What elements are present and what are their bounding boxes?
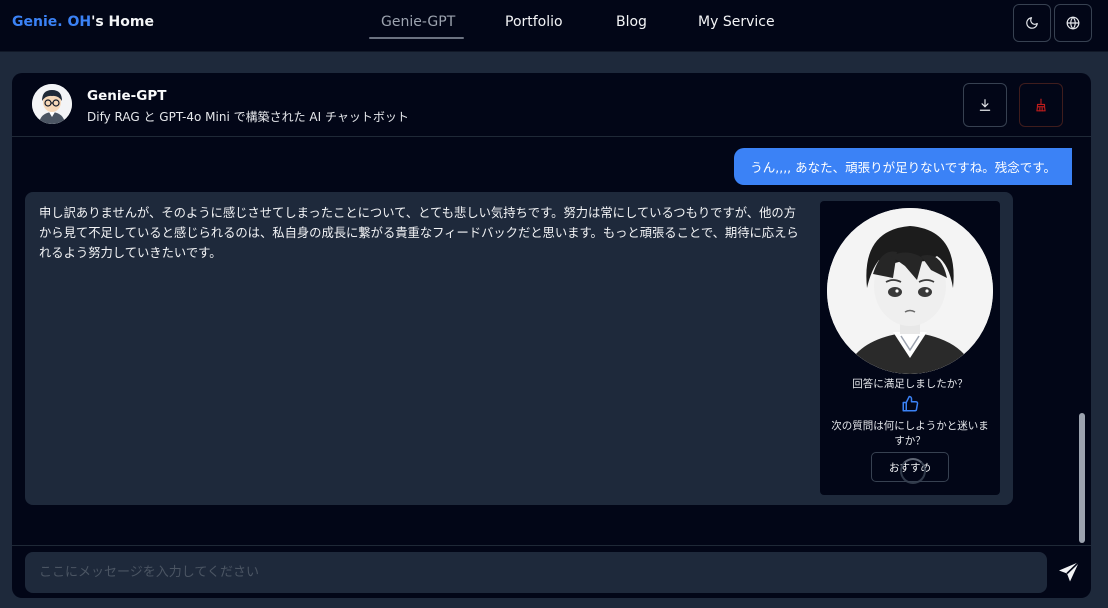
response-side-panel: 回答に満足しましたか？ 次の質問は何にしようかと迷いますか？ おすすめ — [820, 201, 1000, 495]
top-navbar: Genie. OH's Home Genie-GPT Portfolio Blo… — [0, 0, 1108, 52]
next-question-prompt: 次の質問は何にしようかと迷いますか？ — [831, 420, 989, 447]
bot-avatar — [32, 84, 72, 124]
message-scrollbar[interactable] — [1079, 143, 1085, 543]
chat-header: Genie-GPT Dify RAG と GPT-4o Mini で構築された … — [12, 73, 1091, 137]
moon-icon — [1026, 17, 1038, 29]
user-message: うん,,,, あなた、頑張りが足りないですね。残念です。 — [734, 148, 1072, 185]
nav-blog[interactable]: Blog — [616, 14, 647, 30]
broom-icon — [1036, 98, 1046, 112]
message-composer — [12, 545, 1091, 598]
chat-card: Genie-GPT Dify RAG と GPT-4o Mini で構築された … — [12, 73, 1091, 598]
scrollbar-thumb[interactable] — [1079, 413, 1085, 543]
character-illustration — [827, 208, 993, 374]
globe-icon — [1066, 16, 1080, 30]
feedback-question: 回答に満足しましたか？ — [852, 378, 968, 390]
recommend-button[interactable]: おすすめ — [871, 452, 949, 482]
bot-name: Genie-GPT — [87, 88, 167, 104]
bot-message-text: 申し訳ありませんが、そのように感じさせてしまったことについて、とても悲しい気持ち… — [39, 206, 799, 260]
thumbs-up-icon[interactable] — [901, 395, 919, 413]
theme-toggle-button[interactable] — [1013, 4, 1051, 42]
main-nav: Genie-GPT Portfolio Blog My Service — [0, 0, 1108, 52]
message-input[interactable] — [25, 552, 1047, 593]
nav-genie-gpt[interactable]: Genie-GPT — [381, 14, 455, 30]
language-button[interactable] — [1054, 4, 1092, 42]
bot-description: Dify RAG と GPT-4o Mini で構築された AI チャットボット — [87, 110, 409, 124]
avatar-illustration — [32, 84, 72, 124]
bot-character-image — [827, 208, 993, 374]
bot-message: 申し訳ありませんが、そのように感じさせてしまったことについて、とても悲しい気持ち… — [25, 192, 1013, 505]
download-icon — [979, 99, 991, 111]
clear-chat-button[interactable] — [1019, 83, 1063, 127]
nav-portfolio[interactable]: Portfolio — [505, 14, 563, 30]
message-list[interactable]: うん,,,, あなた、頑張りが足りないですね。残念です。 申し訳ありませんが、そ… — [12, 138, 1091, 544]
download-chat-button[interactable] — [963, 83, 1007, 127]
nav-active-underline — [369, 37, 464, 39]
nav-my-service[interactable]: My Service — [698, 14, 775, 30]
send-icon[interactable] — [1057, 560, 1081, 584]
